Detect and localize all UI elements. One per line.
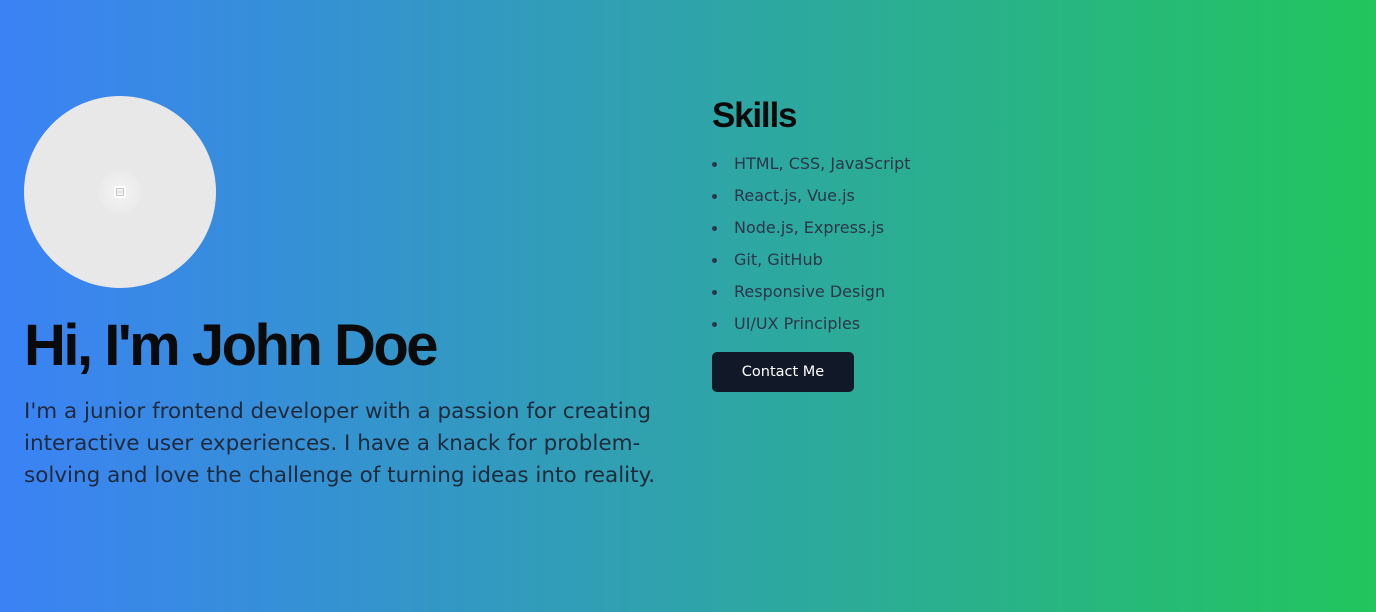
skills-list: HTML, CSS, JavaScript React.js, Vue.js N…: [712, 148, 1132, 340]
skill-item: Node.js, Express.js: [712, 212, 1132, 244]
page-title: Hi, I'm John Doe: [24, 313, 439, 378]
portfolio-page: Hi, I'm John Doe I'm a junior frontend d…: [0, 0, 1376, 612]
skill-item: React.js, Vue.js: [712, 180, 1132, 212]
skills-section: Skills HTML, CSS, JavaScript React.js, V…: [712, 96, 1132, 392]
contact-me-button[interactable]: Contact Me: [712, 352, 854, 392]
skill-item: Git, GitHub: [712, 244, 1132, 276]
skill-item: HTML, CSS, JavaScript: [712, 148, 1132, 180]
profile-section: Hi, I'm John Doe I'm a junior frontend d…: [24, 96, 674, 492]
image-placeholder-icon: [98, 170, 142, 214]
bio-text: I'm a junior frontend developer with a p…: [24, 399, 656, 488]
avatar: [24, 96, 216, 288]
skill-item: UI/UX Principles: [712, 308, 1132, 340]
skills-heading: Skills: [712, 96, 797, 135]
skill-item: Responsive Design: [712, 276, 1132, 308]
